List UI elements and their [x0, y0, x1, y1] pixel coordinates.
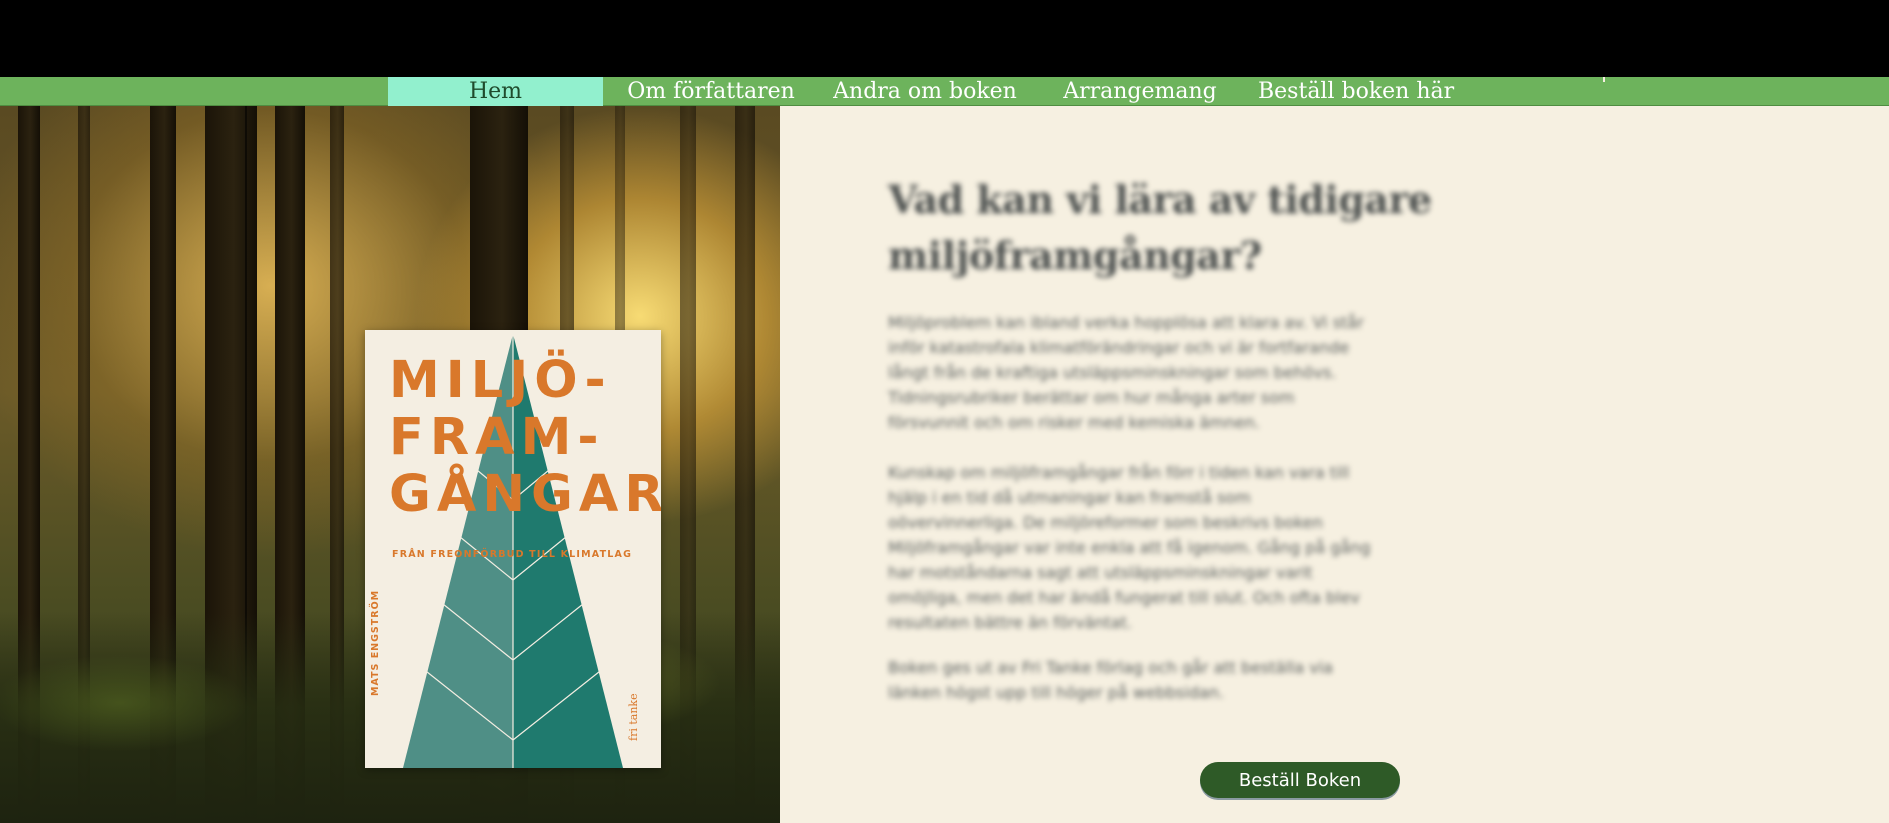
intro-paragraph-3: Boken ges ut av Fri Tanke förlag och går… — [888, 658, 1333, 702]
book-cover: MILJÖ- FRAM- GÅNGAR FRÅN FREONFÖRBUD TILL … — [365, 330, 661, 768]
nav-item-arrangemang[interactable]: Arrangemang — [1060, 77, 1220, 106]
intro-section: Vad kan vi lära av tidigare miljöframgån… — [780, 106, 1889, 823]
intro-paragraph-1: Miljöproblem kan ibland verka hopplösa a… — [888, 313, 1364, 432]
intro-paragraph-2: Kunskap om miljöframgångar från förr i t… — [888, 463, 1371, 632]
nav-item-andra-om-boken[interactable]: Andra om boken — [830, 77, 1020, 106]
nav-item-hem[interactable]: Hem — [388, 77, 603, 106]
nav-divider-mark — [1603, 77, 1605, 82]
order-book-button[interactable]: Beställ Boken — [1200, 762, 1400, 798]
nav-item-om-forfattaren[interactable]: Om författaren — [626, 77, 796, 106]
nav-item-bestall-boken[interactable]: Beställ boken här — [1258, 77, 1454, 106]
book-author: MATS ENGSTRÖM — [370, 589, 381, 696]
top-black-bar — [0, 0, 1889, 77]
main-navigation: Hem Om författaren Andra om boken Arrang… — [0, 77, 1889, 106]
book-publisher: fri tanke — [627, 693, 640, 741]
book-title: MILJÖ- FRAM- GÅNGAR — [389, 351, 661, 524]
book-subtitle: FRÅN FREONFÖRBUD TILL KLIMATLAG — [392, 549, 633, 560]
page-heading: Vad kan vi lära av tidigare miljöframgån… — [888, 177, 1432, 278]
forest-hero-image: MILJÖ- FRAM- GÅNGAR FRÅN FREONFÖRBUD TILL … — [0, 106, 780, 823]
